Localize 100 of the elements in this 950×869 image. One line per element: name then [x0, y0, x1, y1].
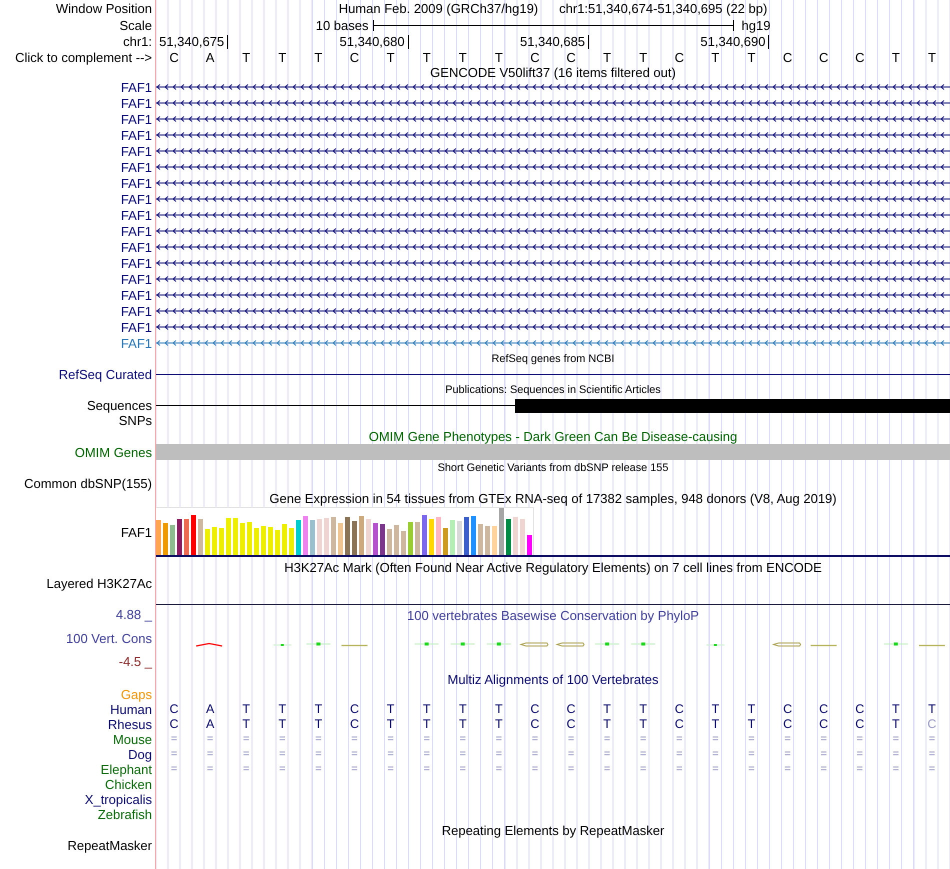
expression-bar: [219, 528, 224, 555]
track-label: Layered H3K27Ac: [46, 577, 152, 590]
position-tick-label: 51,340,680: [340, 35, 405, 48]
aligned-base: =: [314, 749, 323, 760]
gene-feature[interactable]: [156, 276, 950, 282]
species-label: Elephant: [100, 763, 152, 776]
row-label: Window Position: [56, 2, 152, 15]
gene-feature[interactable]: [156, 324, 950, 330]
expression-bar: [464, 517, 469, 555]
aligned-base: T: [386, 703, 396, 716]
expression-bar: [275, 530, 280, 555]
expression-bar: [254, 528, 259, 555]
aligned-base: T: [638, 703, 648, 716]
base-letter: T: [746, 51, 756, 64]
gene-feature[interactable]: [156, 164, 950, 170]
gene-feature[interactable]: [156, 260, 950, 266]
aligned-base: =: [494, 749, 504, 760]
row-label: Click to complement -->: [15, 51, 152, 64]
aligned-base: T: [891, 703, 901, 716]
aligned-base: T: [386, 718, 396, 731]
gene-feature[interactable]: [156, 244, 950, 250]
aligned-base: T: [638, 718, 648, 731]
aligned-base: =: [892, 749, 900, 760]
expression-bar: [513, 517, 518, 555]
scale-span-label: 10 bases: [316, 18, 370, 32]
base-letter: C: [168, 51, 180, 64]
aligned-base: T: [314, 718, 324, 731]
aligned-base: C: [529, 703, 540, 716]
aligned-base: =: [350, 749, 359, 760]
gene-feature[interactable]: [156, 292, 950, 298]
base-letter: C: [674, 51, 685, 64]
expression-bar: [478, 524, 483, 555]
gene-feature[interactable]: [156, 196, 950, 202]
gene-feature[interactable]: [156, 132, 950, 138]
species-label: Dog: [128, 748, 152, 761]
conservation-mark: [486, 642, 512, 646]
gene-feature[interactable]: [156, 180, 950, 186]
aligned-base: =: [602, 734, 612, 745]
gene-feature[interactable]: [156, 228, 950, 234]
aligned-base: C: [529, 718, 540, 731]
aligned-base: C: [854, 718, 866, 731]
aligned-base: =: [350, 764, 359, 775]
publication-feature[interactable]: [515, 398, 950, 412]
expression-bar: [338, 523, 343, 555]
expression-bar: [373, 523, 378, 555]
aligned-base: =: [928, 734, 936, 745]
aligned-base: T: [422, 718, 432, 731]
position-tick-label: 51,340,685: [520, 35, 586, 48]
base-letter: T: [926, 51, 937, 64]
gene-feature[interactable]: [156, 100, 950, 106]
aligned-base: C: [926, 718, 938, 731]
gene-feature[interactable]: [156, 212, 950, 218]
ruler-tick: [588, 34, 590, 48]
aligned-base: =: [206, 764, 214, 775]
aligned-base: =: [494, 764, 504, 775]
gene-label: FAF1: [120, 304, 152, 318]
gene-feature[interactable]: [156, 84, 950, 90]
aligned-base: C: [818, 718, 830, 731]
conservation-mark: [810, 644, 837, 646]
aligned-base: =: [206, 734, 214, 745]
gene-feature[interactable]: [156, 116, 950, 122]
aligned-base: T: [277, 703, 288, 716]
aligned-base: =: [278, 749, 287, 760]
conservation-mark: [594, 642, 620, 646]
aligned-base: =: [314, 764, 323, 775]
aligned-base: =: [494, 734, 504, 745]
gene-feature[interactable]: [156, 308, 950, 314]
gene-label: FAF1: [120, 192, 152, 206]
aligned-base: =: [422, 749, 431, 760]
aligned-base: T: [277, 718, 288, 731]
aligned-base: T: [458, 703, 468, 716]
aligned-base: T: [710, 718, 720, 731]
axis-min-label: -4.5 _: [118, 655, 152, 668]
expression-bar: [492, 526, 497, 555]
aligned-base: C: [348, 718, 360, 731]
expression-bar: [450, 520, 455, 555]
expression-bar: [177, 519, 182, 555]
expression-bar: [156, 520, 161, 555]
expression-bar: [485, 526, 490, 555]
expression-bar: [268, 527, 273, 555]
expression-bar: [212, 527, 217, 555]
aligned-base: C: [168, 703, 180, 716]
expression-bar: [380, 524, 385, 555]
base-letter: T: [241, 51, 252, 64]
base-letter: C: [782, 51, 794, 64]
aligned-base: C: [566, 703, 577, 716]
position-tick-label: 51,340,690: [700, 35, 766, 48]
base-letter: A: [204, 51, 216, 64]
ruler-tick: [408, 34, 409, 48]
aligned-base: T: [746, 703, 756, 716]
expression-bar: [163, 523, 168, 555]
axis-max-label: 4.88 _: [116, 608, 152, 621]
aligned-base: =: [386, 734, 395, 745]
conservation-mark: [450, 642, 476, 646]
base-letter: C: [565, 51, 577, 64]
aligned-base: T: [891, 718, 901, 731]
aligned-base: C: [782, 703, 794, 716]
aligned-base: =: [747, 764, 756, 775]
track-title: RefSeq genes from NCBI: [492, 354, 614, 364]
gene-feature[interactable]: [156, 148, 950, 154]
